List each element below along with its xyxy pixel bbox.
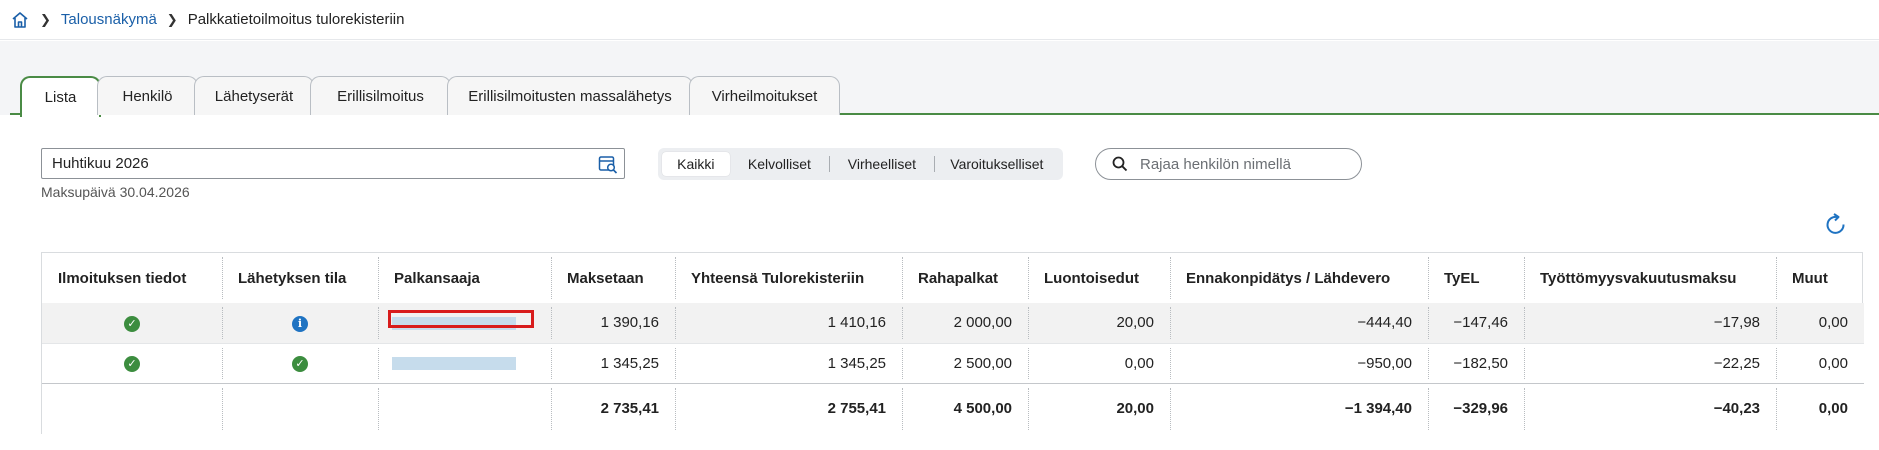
breadcrumb-current: Palkkatietoilmoitus tulorekisteriin [187, 11, 405, 28]
tab-lista[interactable]: Lista [20, 76, 101, 117]
pay-date: Maksupäivä 30.04.2026 [41, 184, 190, 200]
status-filter: Kaikki Kelvolliset Virheelliset Varoituk… [658, 148, 1063, 180]
cell-maksetaan: 1 345,25 [551, 342, 675, 383]
search-input[interactable]: Rajaa henkilön nimellä [1095, 148, 1362, 180]
tab-henkilo[interactable]: Henkilö [97, 76, 198, 115]
cell-yhteensa: 1 410,16 [675, 303, 902, 343]
calendar-search-icon[interactable] [598, 154, 618, 174]
cell-muut: 0,00 [1776, 303, 1864, 343]
col-luontoisedut[interactable]: Luontoisedut [1028, 253, 1170, 303]
total-tyel: −329,96 [1428, 382, 1524, 434]
col-tyel[interactable]: TyEL [1428, 253, 1524, 303]
cell-ennakonpidatys: −444,40 [1170, 303, 1428, 343]
col-maksetaan[interactable]: Maksetaan [551, 253, 675, 303]
total-luontoisedut: 20,00 [1028, 382, 1170, 434]
check-circle-icon[interactable]: ✓ [124, 356, 140, 372]
filter-kelvolliset[interactable]: Kelvolliset [730, 152, 830, 176]
home-icon[interactable] [10, 10, 30, 30]
col-muut[interactable]: Muut [1776, 253, 1864, 303]
col-palkansaaja[interactable]: Palkansaaja [378, 253, 551, 303]
total-muut: 0,00 [1776, 382, 1864, 434]
col-ilmoituksen-tiedot[interactable]: Ilmoituksen tiedot [42, 253, 222, 303]
search-placeholder: Rajaa henkilön nimellä [1140, 155, 1291, 173]
cell-rahapalkat: 2 000,00 [902, 303, 1028, 343]
cell-rahapalkat: 2 500,00 [902, 342, 1028, 383]
total-maksetaan: 2 735,41 [551, 382, 675, 434]
search-icon [1112, 156, 1128, 172]
cell-tyottomyysvakuutusmaksu: −17,98 [1524, 303, 1776, 343]
cell-maksetaan: 1 390,16 [551, 303, 675, 343]
refresh-icon[interactable] [1823, 212, 1849, 238]
col-tyottomyysvakuutusmaksu[interactable]: Työttömyysvakuutusmaksu [1524, 253, 1776, 303]
recipient-name-redacted[interactable] [392, 357, 516, 371]
filter-varoitukselliset[interactable]: Varoitukselliset [935, 152, 1059, 176]
total-rahapalkat: 4 500,00 [902, 382, 1028, 434]
filter-virheelliset[interactable]: Virheelliset [830, 152, 933, 176]
chevron-right-icon: ❯ [166, 11, 178, 27]
payroll-table: Ilmoituksen tiedot Lähetyksen tila Palka… [41, 252, 1864, 434]
check-circle-icon[interactable]: ✓ [124, 315, 140, 332]
tab-bar: Lista Henkilö Lähetyserät Erillisilmoitu… [10, 76, 1879, 117]
cell-ennakonpidatys: −950,00 [1170, 342, 1428, 383]
tab-massalahetys[interactable]: Erillisilmoitusten massalähetys [447, 76, 693, 115]
col-rahapalkat[interactable]: Rahapalkat [902, 253, 1028, 303]
info-circle-icon[interactable]: i [292, 315, 308, 332]
cell-tyottomyysvakuutusmaksu: −22,25 [1524, 342, 1776, 383]
col-lahetyksen-tila[interactable]: Lähetyksen tila [222, 253, 378, 303]
check-circle-icon[interactable]: ✓ [292, 356, 308, 372]
total-tyottomyysvakuutusmaksu: −40,23 [1524, 382, 1776, 434]
tab-erillisilmoitus[interactable]: Erillisilmoitus [310, 76, 451, 115]
cell-yhteensa: 1 345,25 [675, 342, 902, 383]
cell-luontoisedut: 20,00 [1028, 303, 1170, 343]
highlight-box [388, 310, 534, 328]
cell-tyel: −147,46 [1428, 303, 1524, 343]
breadcrumb: ❯ Talousnäkymä ❯ Palkkatietoilmoitus tul… [0, 0, 1879, 40]
col-ennakonpidatys[interactable]: Ennakonpidätys / Lähdevero [1170, 253, 1428, 303]
cell-luontoisedut: 0,00 [1028, 342, 1170, 383]
total-yhteensa: 2 755,41 [675, 382, 902, 434]
breadcrumb-link-talousnakyma[interactable]: Talousnäkymä [61, 11, 157, 28]
tab-lahetyserat[interactable]: Lähetyserät [194, 76, 314, 115]
tab-virheilmoitukset[interactable]: Virheilmoitukset [689, 76, 840, 115]
table-header-row: Ilmoituksen tiedot Lähetyksen tila Palka… [42, 253, 1864, 303]
table-row[interactable]: ✓ i 1 390,16 1 410,16 2 000,00 20,00 −44… [42, 303, 1864, 343]
cell-tyel: −182,50 [1428, 342, 1524, 383]
col-yhteensa[interactable]: Yhteensä Tulorekisteriin [675, 253, 902, 303]
cell-muut: 0,00 [1776, 342, 1864, 383]
table-row[interactable]: ✓ ✓ 1 345,25 1 345,25 2 500,00 0,00 −950… [42, 342, 1864, 383]
chevron-right-icon: ❯ [40, 11, 51, 27]
period-selector[interactable]: Huhtikuu 2026 [41, 148, 625, 179]
total-ennakonpidatys: −1 394,40 [1170, 382, 1428, 434]
period-value: Huhtikuu 2026 [52, 155, 149, 172]
filter-kaikki[interactable]: Kaikki [662, 152, 730, 176]
totals-row: 2 735,41 2 755,41 4 500,00 20,00 −1 394,… [42, 382, 1864, 434]
